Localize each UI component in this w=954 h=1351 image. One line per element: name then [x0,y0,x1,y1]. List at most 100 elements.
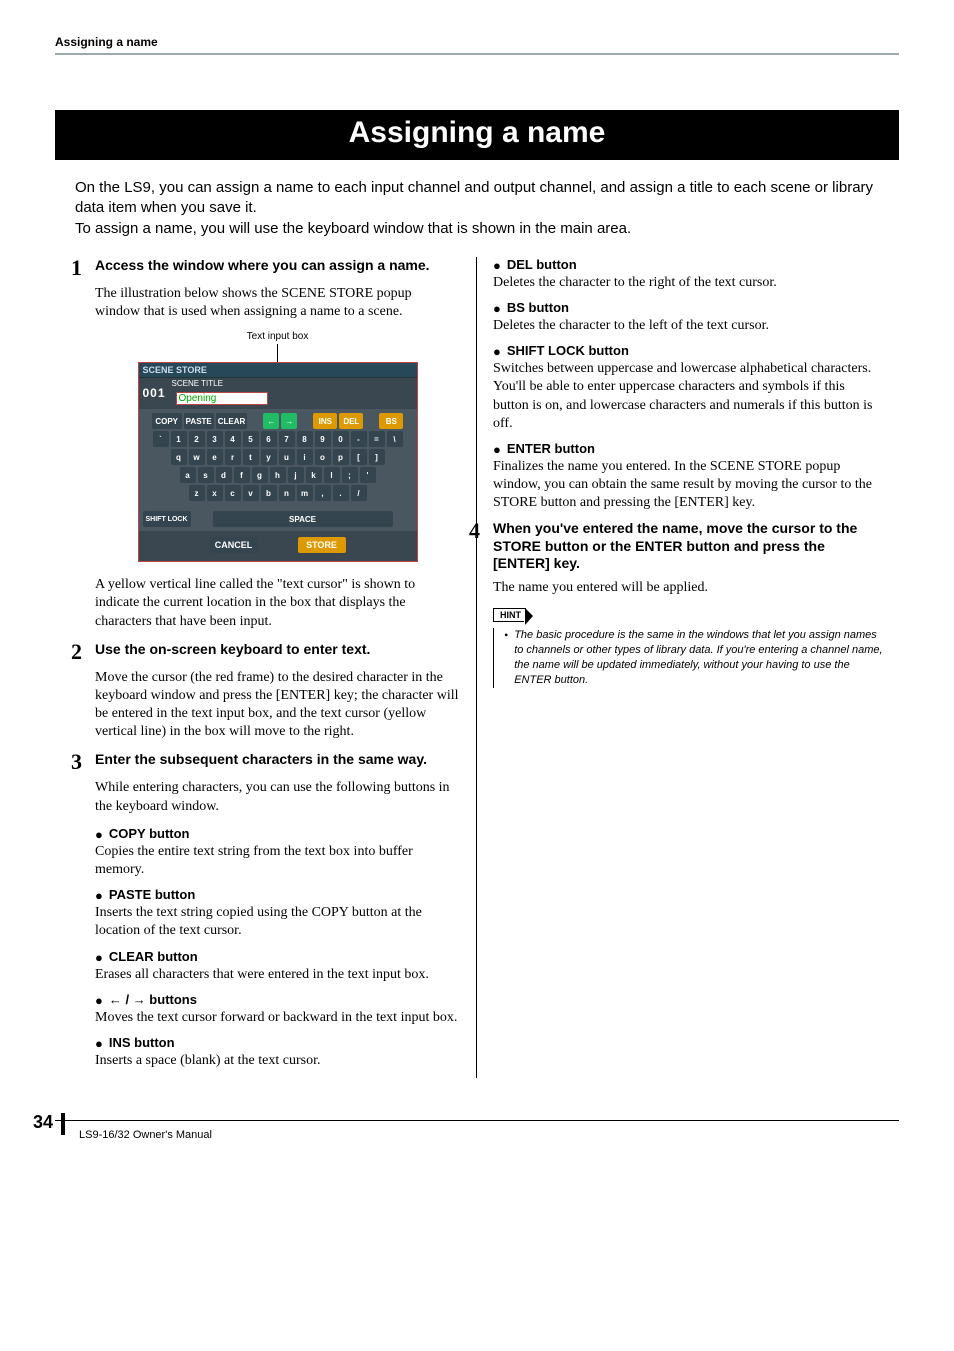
step-3-head: Enter the subsequent characters in the s… [95,751,427,773]
bullet-icon: ● [95,994,103,1007]
key-m[interactable]: m [297,485,313,501]
bullet-icon: ● [95,1037,103,1050]
illustration-wrap: Text input box SCENE STORE 001 SCENE TIT… [95,331,460,562]
hint-flag: HINT [493,608,526,622]
popup-title: SCENE STORE [139,363,417,378]
store-button[interactable]: STORE [298,537,346,553]
key-w[interactable]: w [189,449,205,465]
clear-button[interactable]: CLEAR [216,413,248,429]
key-4[interactable]: 4 [225,431,241,447]
bs-button[interactable]: BS [379,413,403,429]
key-\[interactable]: \ [387,431,403,447]
paste-button[interactable]: PASTE [184,413,214,429]
key-z[interactable]: z [189,485,205,501]
step-1: 1 Access the window where you can assign… [71,257,460,279]
key-.[interactable]: . [333,485,349,501]
kbd-row-1: `1234567890-=\ [143,431,413,447]
key-c[interactable]: c [225,485,241,501]
key-3[interactable]: 3 [207,431,223,447]
clear-head: CLEAR button [109,949,198,964]
paste-bullet: ●PASTE button [95,887,460,902]
key-`[interactable]: ` [153,431,169,447]
key-9[interactable]: 9 [315,431,331,447]
step-1-head: Access the window where you can assign a… [95,257,430,279]
ins-body: Inserts a space (blank) at the text curs… [95,1052,460,1070]
intro-line-1: On the LS9, you can assign a name to eac… [75,179,873,216]
space-button[interactable]: SPACE [213,511,393,527]
page-number: 34 [33,1112,53,1133]
key-f[interactable]: f [234,467,250,483]
key-;[interactable]: ; [342,467,358,483]
key-1[interactable]: 1 [171,431,187,447]
key-7[interactable]: 7 [279,431,295,447]
key-q[interactable]: q [171,449,187,465]
kbd-row-4: zxcvbnm,./ [143,485,413,501]
shift-lock-button[interactable]: SHIFT LOCK [143,511,191,527]
step-2-head: Use the on-screen keyboard to enter text… [95,641,370,663]
arrow-right-button[interactable]: → [281,413,297,429]
key-n[interactable]: n [279,485,295,501]
key-k[interactable]: k [306,467,322,483]
paste-head: PASTE button [109,887,195,902]
callout-leader-line [277,344,278,362]
paste-body: Inserts the text string copied using the… [95,904,460,940]
cancel-button[interactable]: CANCEL [210,537,258,553]
copy-body: Copies the entire text string from the t… [95,843,460,879]
key-j[interactable]: j [288,467,304,483]
footer-doc-title: LS9-16/32 Owner's Manual [79,1129,212,1141]
key-y[interactable]: y [261,449,277,465]
key-o[interactable]: o [315,449,331,465]
top-rule [55,53,899,55]
key-t[interactable]: t [243,449,259,465]
footer-tab-mark [61,1113,65,1135]
key--[interactable]: - [351,431,367,447]
key-8[interactable]: 8 [297,431,313,447]
ins-button[interactable]: INS [313,413,337,429]
enter-body: Finalizes the name you entered. In the S… [493,458,883,513]
key-,[interactable]: , [315,485,331,501]
shift-bullet: ●SHIFT LOCK button [493,343,883,358]
key-g[interactable]: g [252,467,268,483]
bs-bullet: ●BS button [493,300,883,315]
key-l[interactable]: l [324,467,340,483]
key-i[interactable]: i [297,449,313,465]
key-6[interactable]: 6 [261,431,277,447]
arrows-body: Moves the text cursor forward or backwar… [95,1009,460,1027]
key-[[interactable]: [ [351,449,367,465]
key-0[interactable]: 0 [333,431,349,447]
step-4: 4 When you've entered the name, move the… [469,520,883,573]
del-button[interactable]: DEL [339,413,363,429]
copy-button[interactable]: COPY [152,413,182,429]
text-input-box[interactable]: Opening [176,392,268,405]
key-p[interactable]: p [333,449,349,465]
key-][interactable]: ] [369,449,385,465]
clear-body: Erases all characters that were entered … [95,966,460,984]
callout-label: Text input box [95,331,460,342]
key-d[interactable]: d [216,467,232,483]
key-x[interactable]: x [207,485,223,501]
arrows-head: ← / → buttons [109,992,197,1007]
arrow-left-button[interactable]: ← [263,413,279,429]
key-v[interactable]: v [243,485,259,501]
key-r[interactable]: r [225,449,241,465]
key-u[interactable]: u [279,449,295,465]
scene-store-popup: SCENE STORE 001 SCENE TITLE Opening COPY… [138,362,418,562]
key-e[interactable]: e [207,449,223,465]
key-2[interactable]: 2 [189,431,205,447]
del-bullet: ●DEL button [493,257,883,272]
key-h[interactable]: h [270,467,286,483]
step-4-head: When you've entered the name, move the c… [493,520,883,573]
hint-text: The basic procedure is the same in the w… [514,628,883,687]
bullet-icon: ● [493,345,501,358]
key-'[interactable]: ' [360,467,376,483]
key-/[interactable]: / [351,485,367,501]
enter-bullet: ●ENTER button [493,441,883,456]
key-b[interactable]: b [261,485,277,501]
footer-rule [55,1120,899,1121]
key-=[interactable]: = [369,431,385,447]
intro-paragraph: On the LS9, you can assign a name to eac… [75,178,879,239]
page-footer: 34 LS9-16/32 Owner's Manual [55,1112,899,1143]
key-a[interactable]: a [180,467,196,483]
key-s[interactable]: s [198,467,214,483]
key-5[interactable]: 5 [243,431,259,447]
